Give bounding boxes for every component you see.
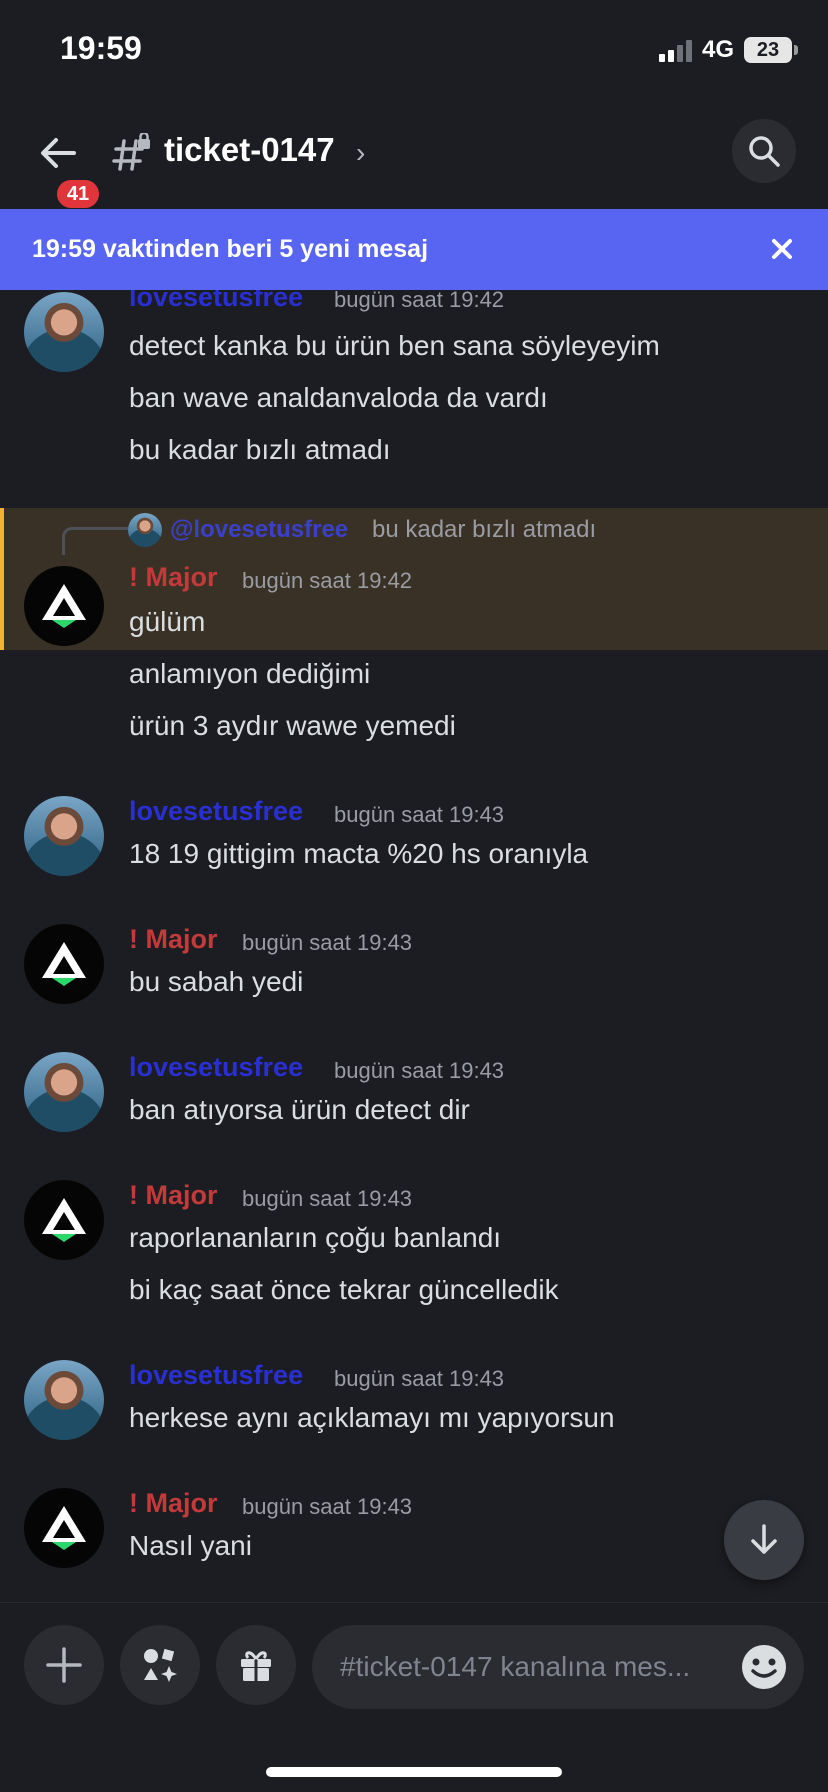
new-messages-banner[interactable]: 19:59 vaktinden beri 5 yeni mesaj xyxy=(0,209,828,290)
major-logo-icon xyxy=(42,1506,86,1550)
search-icon xyxy=(749,136,780,167)
channel-header: 41 ticket-0147 › xyxy=(0,105,828,211)
message-text: 18 19 gittigim macta %20 hs oranıyla xyxy=(129,838,589,869)
message-author[interactable]: lovesetusfree xyxy=(129,1360,303,1391)
major-logo-icon xyxy=(42,1198,86,1242)
reply-mention[interactable]: @lovesetusfree xyxy=(170,516,348,544)
message-input-placeholder: #ticket-0147 kanalına mes... xyxy=(340,1651,691,1682)
message-text: ban atıyorsa ürün detect dir xyxy=(129,1094,470,1125)
apps-button[interactable] xyxy=(120,1625,200,1705)
message-input[interactable]: #ticket-0147 kanalına mes... xyxy=(312,1625,804,1709)
arrow-down-icon xyxy=(751,1524,777,1554)
message-author[interactable]: lovesetusfree xyxy=(129,290,303,313)
major-logo-icon xyxy=(42,942,86,986)
status-time: 19:59 xyxy=(60,30,142,66)
message-timestamp: bugün saat 19:43 xyxy=(334,1058,505,1083)
status-indicators: 4G 23 xyxy=(658,36,798,64)
jump-to-present-button[interactable] xyxy=(724,1500,804,1580)
channel-title[interactable]: ticket-0147 xyxy=(164,131,335,169)
message-text: bu sabah yedi xyxy=(129,966,304,997)
discord-channel-screen: 19:59 4G 23 41 ticket-0147 › 19:59 vakti… xyxy=(0,0,828,1792)
message-list[interactable]: lovesetusfree bugün saat 19:42 detect ka… xyxy=(0,290,828,1602)
back-button[interactable]: 41 xyxy=(34,125,104,211)
avatar[interactable] xyxy=(24,566,104,646)
message-timestamp: bugün saat 19:42 xyxy=(242,568,413,593)
message-timestamp: bugün saat 19:43 xyxy=(242,1494,413,1519)
major-logo-icon xyxy=(42,584,86,628)
message-text: ürün 3 aydır wawe yemedi xyxy=(129,710,456,741)
message-text: detect kanka bu ürün ben sana söyleyeyim xyxy=(129,330,660,361)
message-author[interactable]: ! Major xyxy=(129,1488,218,1519)
apps-icon xyxy=(144,1648,177,1682)
status-bar: 19:59 4G 23 xyxy=(0,0,828,100)
message-text: anlamıyon dediğimi xyxy=(129,658,371,689)
close-icon xyxy=(772,239,792,259)
message-text: bi kaç saat önce tekrar güncelledik xyxy=(129,1274,559,1305)
gift-button[interactable] xyxy=(216,1625,296,1705)
message-composer: #ticket-0147 kanalına mes... xyxy=(0,1602,828,1792)
message-text: bu kadar bızlı atmadı xyxy=(129,434,391,465)
channel-hashtag-lock-icon xyxy=(112,133,150,171)
plus-icon xyxy=(46,1647,82,1683)
message-author[interactable]: lovesetusfree xyxy=(129,796,303,827)
avatar[interactable] xyxy=(24,924,104,1004)
new-messages-text: 19:59 vaktinden beri 5 yeni mesaj xyxy=(32,235,429,263)
battery-icon: 23 xyxy=(744,37,798,63)
attach-button[interactable] xyxy=(24,1625,104,1705)
message-author[interactable]: lovesetusfree xyxy=(129,1052,303,1083)
message-text: raporlananların çoğu banlandı xyxy=(129,1222,502,1253)
message-text: ban wave analdanvaloda da vardı xyxy=(129,382,548,413)
message-author[interactable]: ! Major xyxy=(129,924,218,955)
reply-preview-text[interactable]: bu kadar bızlı atmadı xyxy=(372,516,596,544)
arrow-left-icon xyxy=(41,138,76,168)
network-type: 4G xyxy=(701,36,734,63)
search-button[interactable] xyxy=(732,119,796,183)
message-timestamp: bugün saat 19:43 xyxy=(334,1366,505,1391)
avatar[interactable] xyxy=(24,1488,104,1568)
signal-icon xyxy=(658,38,692,62)
message-author[interactable]: ! Major xyxy=(129,562,218,593)
emoji-icon[interactable] xyxy=(740,1643,788,1691)
avatar[interactable] xyxy=(24,1360,104,1440)
message-text: herkese aynı açıklamayı mı yapıyorsun xyxy=(129,1402,615,1433)
message-text: gülüm xyxy=(129,606,206,637)
avatar[interactable] xyxy=(24,292,104,372)
unread-badge: 41 xyxy=(54,177,102,211)
message-author[interactable]: ! Major xyxy=(129,1180,218,1211)
message-timestamp: bugün saat 19:43 xyxy=(242,1186,413,1211)
reply-connector xyxy=(62,527,128,555)
message-text: Nasıl yani xyxy=(129,1530,252,1561)
mention-highlight-bar xyxy=(0,508,4,650)
banner-close-button[interactable] xyxy=(764,231,800,267)
home-indicator[interactable] xyxy=(266,1767,562,1777)
reply-avatar xyxy=(128,513,162,547)
message-timestamp: bugün saat 19:43 xyxy=(242,930,413,955)
gift-icon xyxy=(241,1651,271,1681)
chevron-right-icon[interactable]: › xyxy=(356,137,365,169)
avatar[interactable] xyxy=(24,1052,104,1132)
avatar[interactable] xyxy=(24,1180,104,1260)
avatar[interactable] xyxy=(24,796,104,876)
message-timestamp: bugün saat 19:42 xyxy=(334,290,505,312)
message-timestamp: bugün saat 19:43 xyxy=(334,802,505,827)
